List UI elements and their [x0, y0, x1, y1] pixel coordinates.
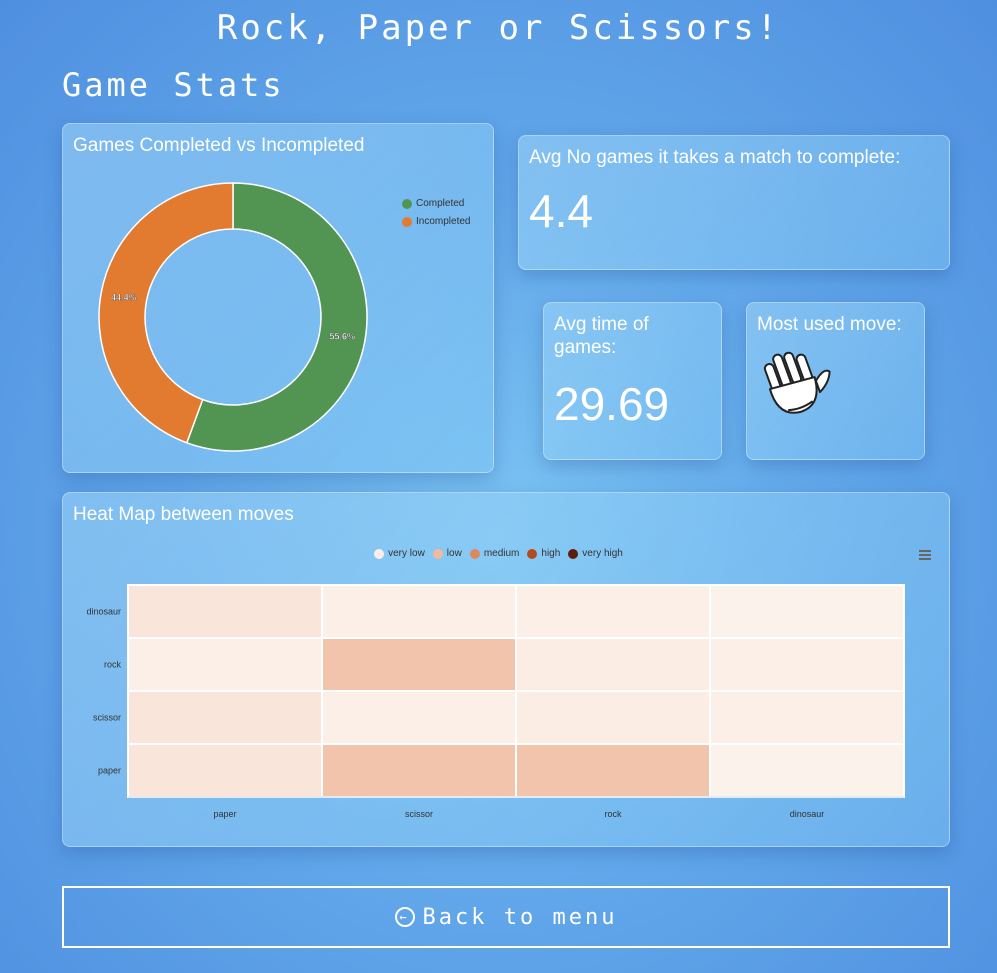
legend-incompleted[interactable]: Incompleted — [402, 216, 470, 227]
legend-label-completed: Completed — [416, 198, 465, 209]
hand-paper-icon — [763, 351, 831, 414]
heatmap-legend-medium[interactable]: medium — [469, 548, 520, 559]
hamburger-menu-icon[interactable] — [919, 550, 931, 562]
heatmap-legend-high[interactable]: high — [527, 548, 560, 559]
heatmap-legend-dot — [374, 548, 385, 559]
avg-time-value: 29.69 — [554, 378, 670, 430]
heatmap-legend-very-high[interactable]: very high — [568, 548, 623, 559]
heatmap-legend-dot — [469, 548, 480, 559]
app-title: Rock, Paper or Scissors! — [216, 8, 781, 48]
heatmap-legend-dot — [527, 548, 538, 559]
avg-games-value: 4.4 — [529, 185, 593, 237]
heatmap-legend-low[interactable]: low — [432, 548, 462, 559]
legend-dot-incompleted — [402, 216, 412, 227]
legend-label-incompleted: Incompleted — [416, 216, 471, 227]
avg-games-title: Avg No games it takes a match to complet… — [529, 147, 901, 168]
most-used-title: Most used move: — [757, 314, 902, 335]
avg-time-card: Avg time of games: 29.69 — [543, 302, 722, 460]
heatmap-legend-dot — [568, 548, 579, 559]
heatmap-legend-label: high — [541, 548, 561, 559]
heatmap-card: Heat Map between moves — [62, 492, 950, 847]
most-used-move-card: Most used move: — [746, 302, 925, 460]
back-to-menu-button[interactable]: ← Back to menu — [62, 886, 950, 948]
donut-chart-title: Games Completed vs Incompleted — [73, 135, 365, 156]
heatmap-title: Heat Map between moves — [73, 504, 294, 525]
legend-dot-completed — [402, 198, 412, 209]
section-title: Game Stats — [62, 66, 285, 104]
heatmap-legend-label: low — [446, 548, 462, 559]
avg-games-card: Avg No games it takes a match to complet… — [518, 135, 950, 270]
avg-time-title: Avg time of games: — [554, 314, 649, 358]
heatmap-legend-label: medium — [483, 548, 520, 559]
heatmap-legend-dot — [432, 548, 443, 559]
heatmap-legend: very low low medium high very high — [0, 548, 997, 559]
legend-completed[interactable]: Completed — [402, 198, 464, 209]
back-to-menu-label: Back to menu — [422, 904, 618, 930]
heatmap-legend-label: very low — [388, 548, 425, 559]
heatmap-legend-label: very high — [582, 548, 623, 559]
circle-arrow-left-icon: ← — [394, 907, 415, 927]
heatmap-legend-very-low[interactable]: very low — [374, 548, 425, 559]
donut-chart-card: Games Completed vs Incompleted — [62, 123, 494, 473]
